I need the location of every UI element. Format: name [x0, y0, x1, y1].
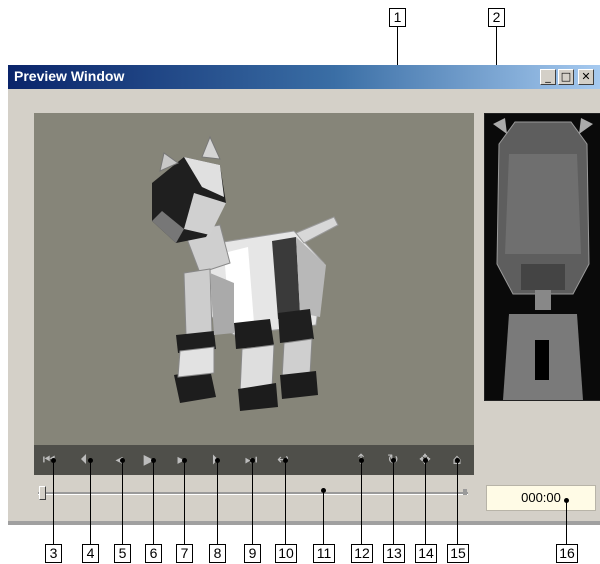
- preview-viewport[interactable]: [34, 113, 474, 445]
- callout-3: 3: [45, 544, 62, 563]
- title-bar[interactable]: Preview Window _ □ ✕: [8, 65, 600, 89]
- callout-2: 2: [488, 8, 505, 27]
- camera-view-image: [485, 114, 600, 400]
- callout-7-leader: [184, 460, 185, 544]
- callout-16-leader: [566, 500, 567, 544]
- callout-5: 5: [114, 544, 131, 563]
- timeline-slider-end: [463, 489, 467, 495]
- callout-5-leader: [122, 460, 123, 544]
- robot-camera-view: [484, 113, 600, 401]
- window-title: Preview Window: [14, 68, 125, 84]
- callout-14-leader: [425, 460, 426, 544]
- callout-10: 10: [275, 544, 297, 563]
- callout-6: 6: [145, 544, 162, 563]
- callout-13: 13: [383, 544, 405, 563]
- maximize-button[interactable]: □: [558, 69, 574, 85]
- callout-16-dot: [564, 498, 569, 503]
- callout-14-dot: [423, 458, 428, 463]
- callout-3-leader: [53, 460, 54, 544]
- callout-4: 4: [82, 544, 99, 563]
- time-display: 000:00: [486, 485, 596, 511]
- callout-14: 14: [415, 544, 437, 563]
- minimize-button[interactable]: _: [540, 69, 556, 85]
- callout-8-dot: [215, 458, 220, 463]
- previous-frame-button[interactable]: ◂: [110, 451, 128, 469]
- callout-4-dot: [88, 458, 93, 463]
- robot-dog-model: [152, 135, 339, 411]
- preview-window: Preview Window _ □ ✕ ⏮ ⏴ ◂ ▶ ▸ 000:00: [8, 65, 600, 525]
- callout-15-dot: [455, 458, 460, 463]
- callout-4-leader: [90, 460, 91, 544]
- callout-9-dot: [250, 458, 255, 463]
- next-frame-button[interactable]: ▸: [172, 451, 190, 469]
- callout-16: 16: [556, 544, 578, 563]
- callout-11-leader: [323, 490, 324, 544]
- callout-7: 7: [176, 544, 193, 563]
- callout-5-dot: [120, 458, 125, 463]
- callout-11: 11: [313, 544, 335, 563]
- callout-11-dot: [321, 488, 326, 493]
- callout-6-leader: [153, 460, 154, 544]
- callout-7-dot: [182, 458, 187, 463]
- callout-13-leader: [393, 460, 394, 544]
- callout-15: 15: [447, 544, 469, 563]
- callout-9-leader: [252, 460, 253, 544]
- callout-3-dot: [51, 458, 56, 463]
- callout-6-dot: [151, 458, 156, 463]
- callout-15-leader: [457, 460, 458, 544]
- callout-10-leader: [285, 460, 286, 544]
- callout-9: 9: [244, 544, 261, 563]
- window-bottom-edge: [8, 521, 600, 525]
- callout-10-dot: [283, 458, 288, 463]
- callout-1: 1: [389, 8, 406, 27]
- callout-12-dot: [359, 458, 364, 463]
- close-button[interactable]: ✕: [578, 69, 594, 85]
- callout-13-dot: [391, 458, 396, 463]
- callout-12-leader: [361, 460, 362, 544]
- callout-12: 12: [351, 544, 373, 563]
- callout-8-leader: [217, 460, 218, 544]
- timeline-slider-track[interactable]: [38, 492, 468, 495]
- timeline-slider-thumb[interactable]: [39, 486, 46, 500]
- callout-8: 8: [209, 544, 226, 563]
